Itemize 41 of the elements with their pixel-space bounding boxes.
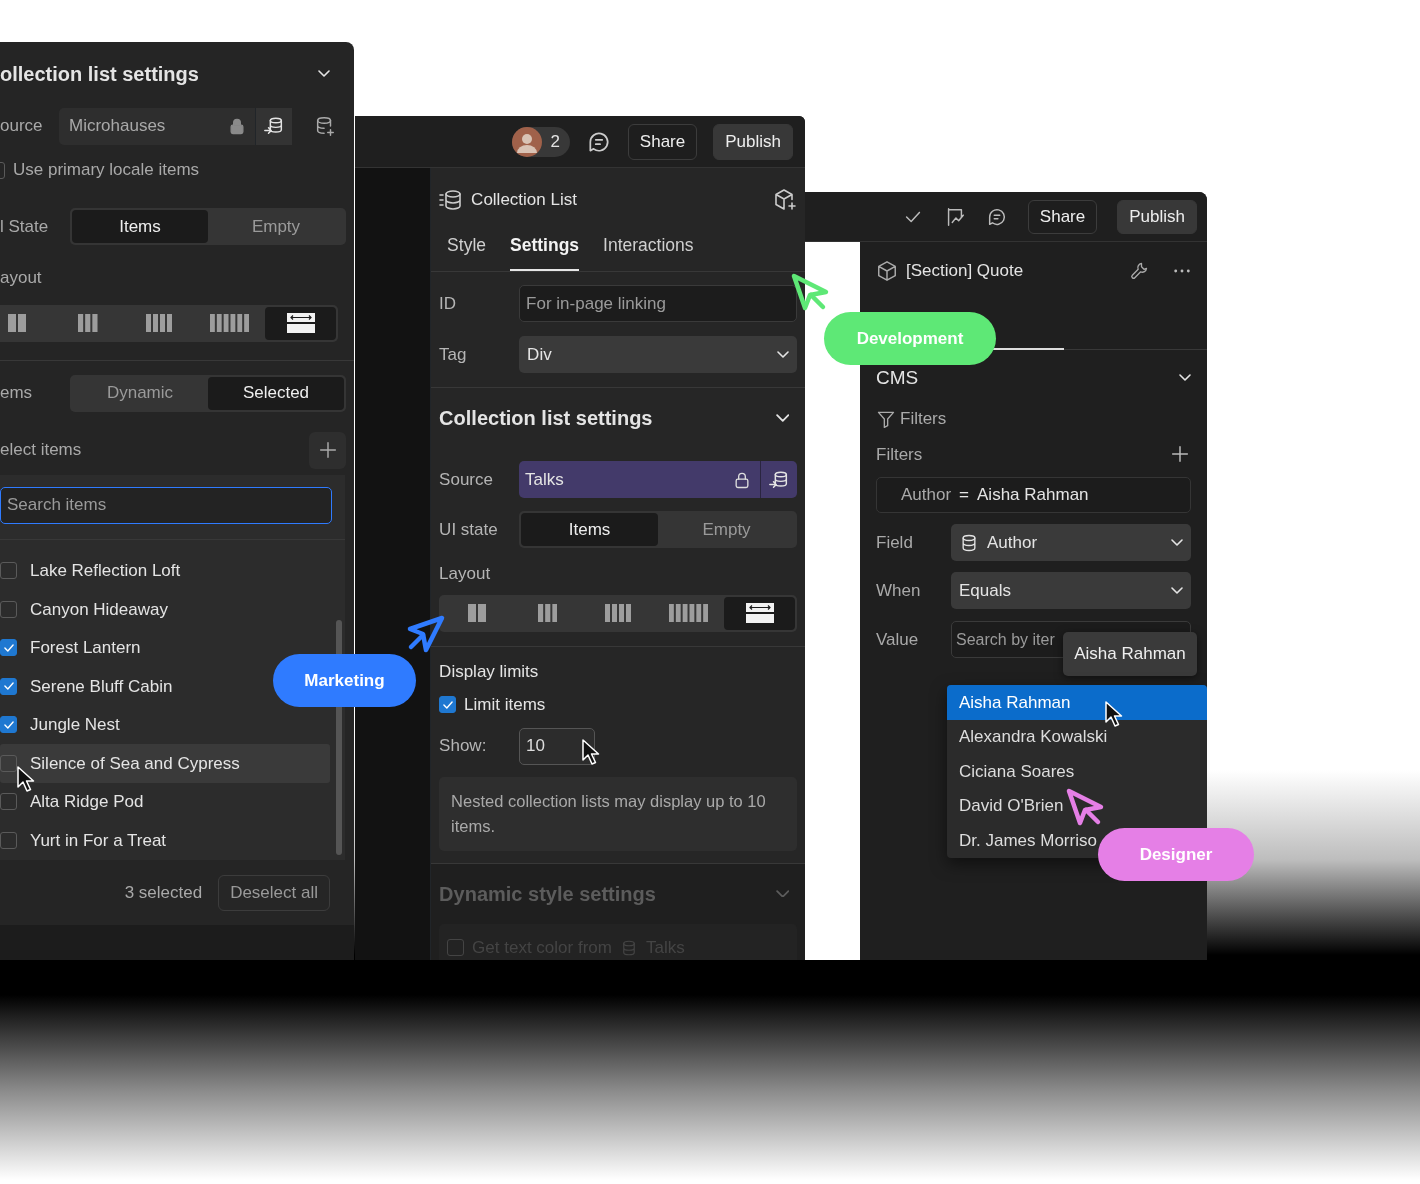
panel-title: Collection List xyxy=(471,189,577,212)
field-label: Show: xyxy=(439,735,488,758)
section-label: ayout xyxy=(0,267,43,289)
item-label: Forest Lantern xyxy=(30,637,141,659)
field-value: Microhauses xyxy=(69,115,167,138)
filter-operator: = xyxy=(959,484,970,507)
panel-title: ollection list settings xyxy=(0,62,199,87)
section-label: Filters xyxy=(876,443,923,466)
item-label: Canyon Hideaway xyxy=(30,598,168,621)
tooltip: Aisha Rahman xyxy=(1063,632,1197,676)
item-label: Serene Bluff Cabin xyxy=(30,675,173,698)
filter-value: Aisha Rahman xyxy=(977,484,1089,507)
field-label: ource xyxy=(0,115,44,138)
collaborator-count: 2 xyxy=(550,130,560,153)
item-label: Yurt in For a Treat xyxy=(30,829,167,852)
cursor-label: Development xyxy=(824,312,996,365)
section-label: Display limits xyxy=(439,660,540,683)
checkbox-label: Limit items xyxy=(464,694,546,716)
section-label: elect items xyxy=(0,439,82,462)
field-label: Field xyxy=(876,531,914,554)
field-label: ID xyxy=(439,292,458,315)
field-label: Tag xyxy=(439,343,468,366)
field-label: Value xyxy=(876,628,920,651)
field-label: ems xyxy=(0,382,34,405)
section-label: Layout xyxy=(439,563,492,585)
field-label: l State xyxy=(0,215,50,238)
info-note: Nested collection lists may display up to 10 items. xyxy=(439,776,797,851)
cursor-label: Designer xyxy=(1098,828,1254,881)
panel-title: [Section] Quote xyxy=(906,260,1024,283)
item-label: Silence of Sea and Cypress xyxy=(30,752,240,775)
field-label: Source xyxy=(439,468,494,491)
filter-field: Author xyxy=(901,482,952,508)
item-label: Alta Ridge Pod xyxy=(30,791,144,813)
item-label: Lake Reflection Loft xyxy=(30,560,181,582)
selection-count: 3 selected xyxy=(124,881,203,904)
field-label: When xyxy=(876,579,922,602)
item-label: Jungle Nest xyxy=(30,714,120,736)
cursor-label: Marketing xyxy=(273,654,416,707)
field-label: UI state xyxy=(439,518,499,541)
checkbox-label: Use primary locale items xyxy=(13,159,200,182)
field-value: Talks xyxy=(525,468,565,491)
